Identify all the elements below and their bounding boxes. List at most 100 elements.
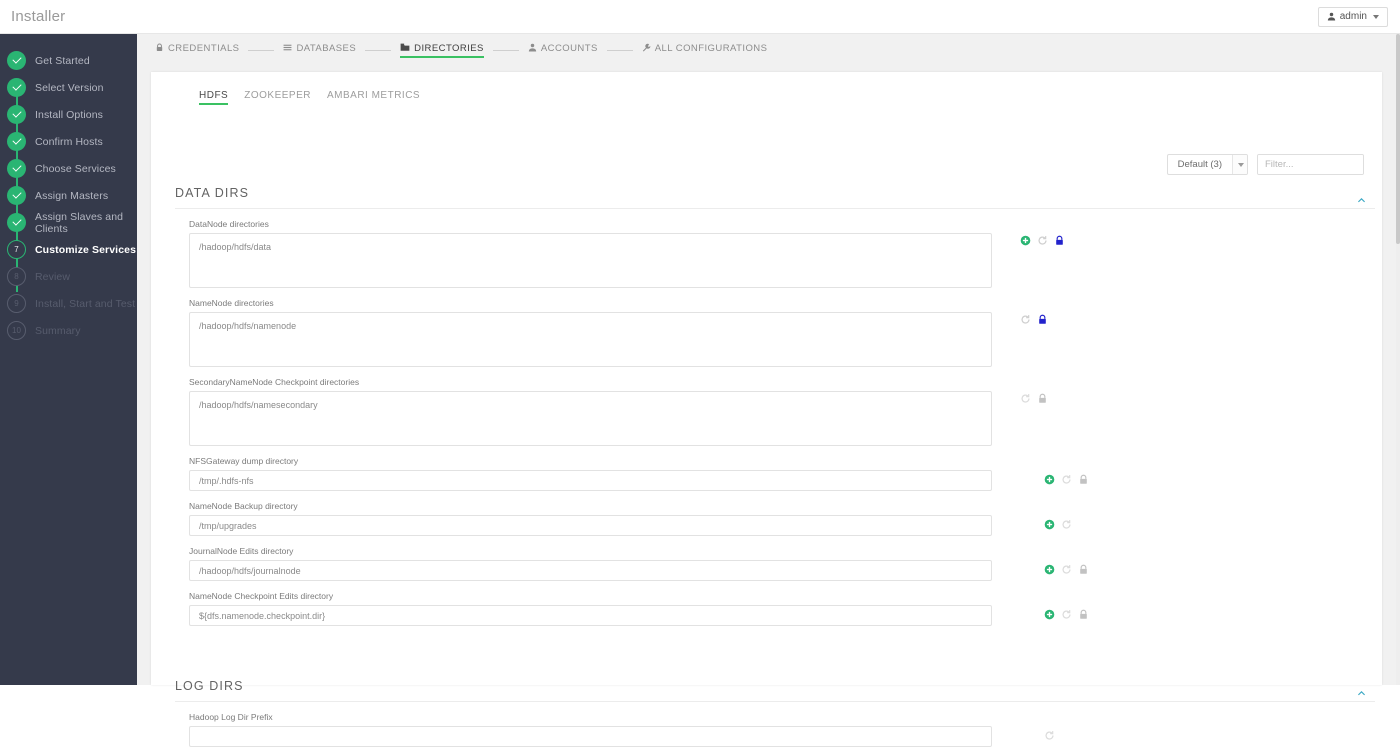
field-input[interactable]: /hadoop/hdfs/namesecondary xyxy=(189,391,992,446)
admin-menu-button[interactable]: admin xyxy=(1317,6,1388,27)
sidebar-item-label: Get Started xyxy=(35,54,90,67)
breadcrumb-item-accounts[interactable]: ACCOUNTS xyxy=(528,43,598,58)
filter-field[interactable] xyxy=(1257,154,1364,175)
scrollbar-thumb[interactable] xyxy=(1396,34,1400,244)
sidebar-item-summary[interactable]: 10 Summary xyxy=(0,317,137,344)
breadcrumb-separator xyxy=(606,49,633,51)
page-title: Installer xyxy=(11,8,66,25)
sidebar-item-choose-services[interactable]: Choose Services xyxy=(0,155,137,182)
field-label: JournalNode Edits directory xyxy=(189,546,294,556)
lock-icon[interactable] xyxy=(1078,564,1089,575)
field-actions xyxy=(1044,519,1072,530)
revert-icon[interactable] xyxy=(1020,314,1031,325)
revert-icon[interactable] xyxy=(1044,730,1055,741)
revert-icon[interactable] xyxy=(1037,235,1048,246)
caret-down-icon xyxy=(1232,155,1247,174)
step-check-icon xyxy=(7,132,26,151)
config-field: JournalNode Edits directory xyxy=(175,536,1375,581)
lock-icon[interactable] xyxy=(1037,393,1048,404)
breadcrumb-item-credentials[interactable]: CREDENTIALS xyxy=(155,43,239,58)
field-label: NFSGateway dump directory xyxy=(189,456,299,466)
sidebar-item-confirm-hosts[interactable]: Confirm Hosts xyxy=(0,128,137,155)
tab-hdfs[interactable]: HDFS xyxy=(199,90,229,105)
section-header: DATA DIRS xyxy=(175,186,1375,208)
revert-icon[interactable] xyxy=(1061,564,1072,575)
revert-icon[interactable] xyxy=(1061,609,1072,620)
lock-icon xyxy=(155,43,164,55)
step-check-icon xyxy=(7,78,26,97)
breadcrumb-label: ALL CONFIGURATIONS xyxy=(654,43,768,54)
revert-icon[interactable] xyxy=(1061,519,1072,530)
config-field: NameNode Backup directory xyxy=(175,491,1375,536)
breadcrumb-item-all-configurations[interactable]: ALL CONFIGURATIONS xyxy=(642,43,768,58)
lock-icon[interactable] xyxy=(1078,474,1089,485)
sidebar-item-customize-services[interactable]: 7 Customize Services xyxy=(0,236,137,263)
field-input[interactable]: /hadoop/hdfs/data xyxy=(189,233,992,288)
lock-icon[interactable] xyxy=(1054,235,1065,246)
field-actions xyxy=(1044,474,1089,485)
lock-icon[interactable] xyxy=(1078,609,1089,620)
step-number: 9 xyxy=(7,294,26,313)
lock-icon[interactable] xyxy=(1037,314,1048,325)
section-header: LOG DIRS xyxy=(175,679,1375,701)
user-icon xyxy=(528,43,537,55)
wrench-icon xyxy=(642,43,651,55)
tab-ambari-metrics[interactable]: AMBARI METRICS xyxy=(327,90,420,105)
field-actions xyxy=(1044,564,1089,575)
sidebar-item-label: Install, Start and Test xyxy=(35,297,136,310)
tab-zookeeper[interactable]: ZOOKEEPER xyxy=(244,90,311,105)
main-content: CREDENTIALS DATABASES DIRECTORIES ACCOUNTS A… xyxy=(137,34,1400,747)
field-input[interactable] xyxy=(189,470,992,491)
tab-label: ZOOKEEPER xyxy=(244,89,311,101)
breadcrumb-item-databases[interactable]: DATABASES xyxy=(283,43,356,58)
sidebar-item-get-started[interactable]: Get Started xyxy=(0,47,137,74)
sidebar-item-label: Select Version xyxy=(35,81,104,94)
add-override-icon[interactable] xyxy=(1044,564,1055,575)
revert-icon[interactable] xyxy=(1020,393,1031,404)
config-toolbar: Default (3) xyxy=(1166,154,1364,175)
field-input[interactable]: /hadoop/hdfs/namenode xyxy=(189,312,992,367)
field-label: SecondaryNameNode Checkpoint directories xyxy=(189,377,360,387)
sidebar-item-label: Assign Slaves and Clients xyxy=(35,210,124,235)
add-override-icon[interactable] xyxy=(1044,609,1055,620)
config-field: NFSGateway dump directory xyxy=(175,446,1375,491)
wizard-sidebar: Get Started Select Version Install Options… xyxy=(0,34,137,685)
config-field: SecondaryNameNode Checkpoint directories… xyxy=(175,367,1375,446)
sidebar-item-install-start-and-test[interactable]: 9 Install, Start and Test xyxy=(0,290,137,317)
field-input[interactable] xyxy=(189,515,992,536)
config-field: DataNode directories/hadoop/hdfs/data xyxy=(175,209,1375,288)
folder-icon xyxy=(400,42,410,55)
chevron-up-icon[interactable] xyxy=(1357,685,1366,696)
sidebar-item-label: Summary xyxy=(35,324,81,337)
revert-icon[interactable] xyxy=(1061,474,1072,485)
sidebar-item-select-version[interactable]: Select Version xyxy=(0,74,137,101)
sidebar-item-review[interactable]: 8 Review xyxy=(0,263,137,290)
step-number: 10 xyxy=(7,321,26,340)
add-override-icon[interactable] xyxy=(1044,519,1055,530)
config-group-value: Default (3) xyxy=(1177,159,1222,170)
field-label: NameNode Checkpoint Edits directory xyxy=(189,591,334,601)
sidebar-item-install-options[interactable]: Install Options xyxy=(0,101,137,128)
vertical-scrollbar[interactable] xyxy=(1396,34,1400,685)
field-input[interactable] xyxy=(189,726,992,747)
breadcrumb-separator xyxy=(248,49,275,51)
field-label: Hadoop Log Dir Prefix xyxy=(189,712,273,722)
sidebar-item-assign-slaves-and-clients[interactable]: Assign Slaves and Clients xyxy=(0,209,137,236)
field-input[interactable] xyxy=(189,605,992,626)
add-override-icon[interactable] xyxy=(1020,235,1031,246)
config-group-select[interactable]: Default (3) xyxy=(1166,154,1248,175)
add-override-icon[interactable] xyxy=(1044,474,1055,485)
sidebar-item-assign-masters[interactable]: Assign Masters xyxy=(0,182,137,209)
service-tab-list: HDFS ZOOKEEPER AMBARI METRICS xyxy=(151,72,1382,106)
user-icon xyxy=(1327,12,1336,21)
breadcrumb-label: DIRECTORIES xyxy=(414,43,484,54)
step-check-icon xyxy=(7,159,26,178)
chevron-up-icon[interactable] xyxy=(1357,192,1366,203)
field-actions xyxy=(1020,393,1048,404)
field-input[interactable] xyxy=(189,560,992,581)
sidebar-item-label: Assign Masters xyxy=(35,189,109,202)
tab-label: AMBARI METRICS xyxy=(326,89,421,101)
breadcrumb-label: ACCOUNTS xyxy=(540,43,598,54)
filter-input[interactable] xyxy=(1258,155,1363,174)
breadcrumb-item-directories[interactable]: DIRECTORIES xyxy=(400,42,484,58)
